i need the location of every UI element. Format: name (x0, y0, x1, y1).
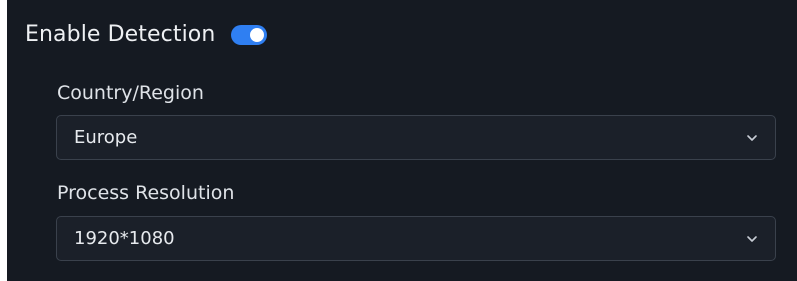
process-resolution-select[interactable]: 1920*1080 (56, 216, 776, 261)
enable-detection-label: Enable Detection (25, 22, 216, 47)
detection-settings-panel: Enable Detection Country/Region Europe P… (7, 0, 797, 281)
enable-detection-row: Enable Detection (25, 18, 268, 52)
enable-detection-toggle[interactable] (231, 25, 268, 45)
chevron-down-icon (745, 131, 759, 145)
process-resolution-value: 1920*1080 (74, 228, 175, 249)
toggle-knob (250, 28, 265, 42)
chevron-down-icon (745, 232, 759, 246)
process-resolution-label: Process Resolution (57, 182, 235, 204)
country-region-label: Country/Region (57, 82, 204, 104)
country-region-value: Europe (74, 127, 138, 148)
country-region-select[interactable]: Europe (56, 115, 776, 160)
